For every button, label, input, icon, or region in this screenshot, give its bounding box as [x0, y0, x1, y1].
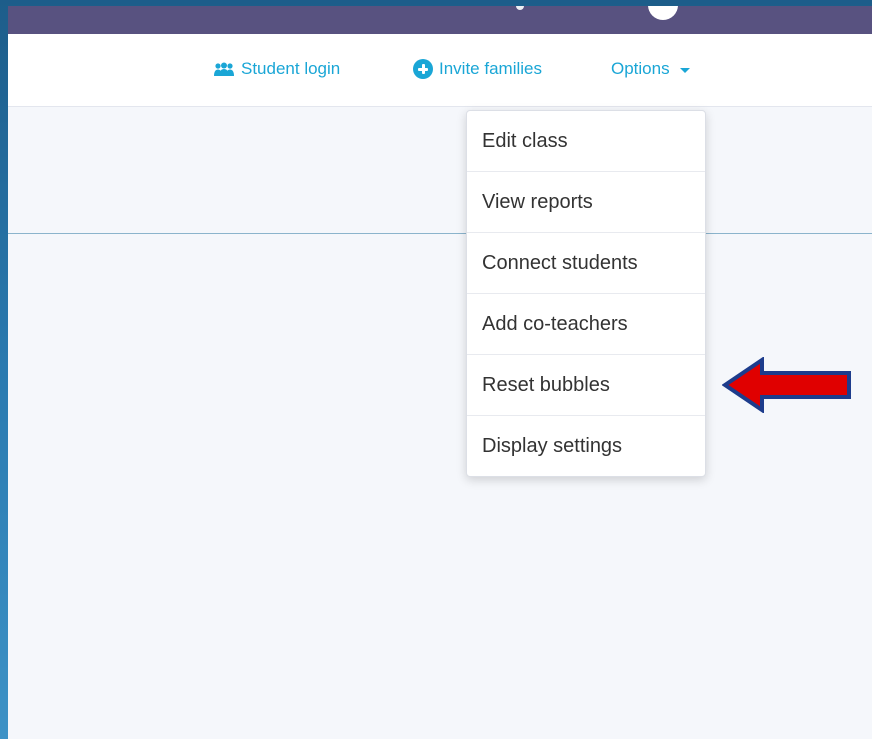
- top-bar: [8, 6, 872, 34]
- caret-down-icon: [679, 67, 690, 73]
- plus-circle-icon: [413, 59, 433, 79]
- menu-item-view-reports[interactable]: View reports: [467, 172, 705, 233]
- menu-item-reset-bubbles[interactable]: Reset bubbles: [467, 355, 705, 416]
- options-dropdown-toggle[interactable]: Options: [611, 59, 690, 79]
- students-icon: [214, 62, 234, 76]
- menu-item-add-co-teachers[interactable]: Add co-teachers: [467, 294, 705, 355]
- class-navbar: Student login Invite families Options: [8, 34, 872, 107]
- menu-item-connect-students[interactable]: Connect students: [467, 233, 705, 294]
- invite-families-link[interactable]: Invite families: [413, 59, 542, 79]
- arrow-left-icon: [722, 357, 851, 413]
- topbar-mark: [516, 6, 524, 10]
- options-label: Options: [611, 59, 670, 78]
- avatar[interactable]: [648, 6, 678, 20]
- menu-item-display-settings[interactable]: Display settings: [467, 416, 705, 476]
- invite-families-label: Invite families: [439, 59, 542, 78]
- student-login-link[interactable]: Student login: [213, 59, 340, 79]
- options-menu: Edit class View reports Connect students…: [466, 110, 706, 477]
- content-divider: [8, 233, 872, 234]
- menu-item-edit-class[interactable]: Edit class: [467, 111, 705, 172]
- student-login-label: Student login: [241, 59, 341, 78]
